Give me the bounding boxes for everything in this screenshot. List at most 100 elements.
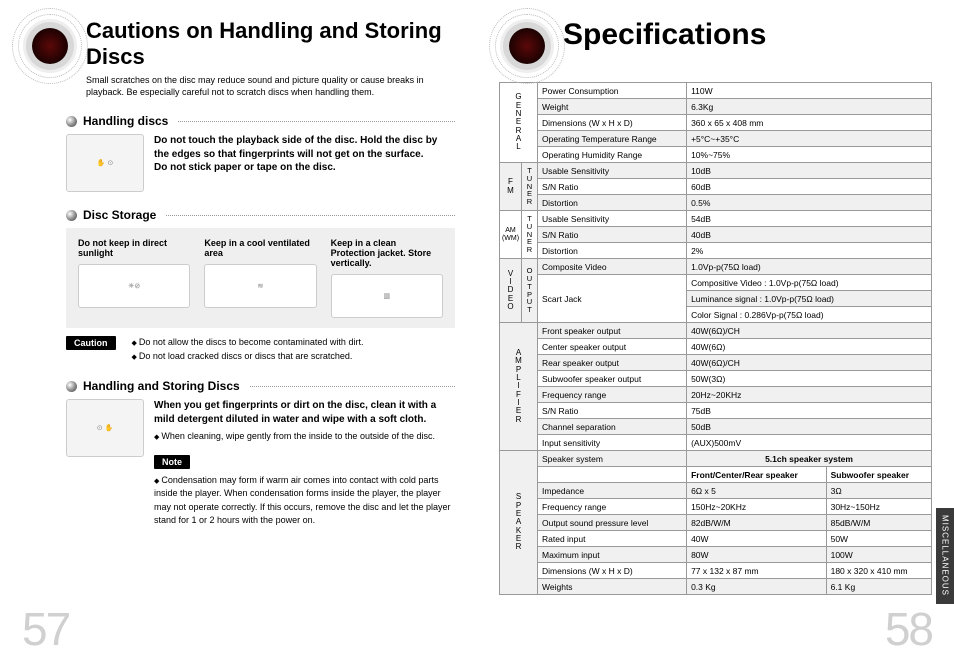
subgroup-tuner: TUNER [522, 163, 538, 211]
spec-value: (AUX)500mV [687, 435, 932, 451]
spec-label: Weights [538, 579, 687, 595]
spec-value: Luminance signal : 1.0Vp-p(75Ω load) [687, 291, 932, 307]
spec-label: Input sensitivity [538, 435, 687, 451]
page-header: Cautions on Handling and Storing Discs S… [22, 18, 455, 98]
spec-label: Front speaker output [538, 323, 687, 339]
group-speaker: SPEAKER [500, 451, 538, 595]
spec-value: 150Hz~20KHz [687, 499, 827, 515]
page-number: 57 [22, 602, 69, 656]
storage-fig-1: ≋ [204, 264, 316, 308]
spec-label: Usable Sensitivity [538, 211, 687, 227]
cleaning-illustration: ⊙ ✋ [66, 399, 144, 457]
speaker-icon [22, 18, 78, 74]
spec-value: 50dB [687, 419, 932, 435]
cleaning-body1: When you get fingerprints or dirt on the… [154, 399, 455, 426]
group-video: VIDEO [500, 259, 522, 323]
spec-value: 80W [687, 547, 827, 563]
storage-box: Do not keep in direct sunlight☀⊘ Keep in… [66, 228, 455, 328]
caution-badge: Caution [66, 336, 116, 350]
spec-value: 3Ω [826, 483, 931, 499]
spec-label [538, 467, 687, 483]
spec-label: Distortion [538, 243, 687, 259]
spec-label: Rear speaker output [538, 355, 687, 371]
group-amplifier: AMPLIFIER [500, 323, 538, 451]
spec-value: 30Hz~150Hz [826, 499, 931, 515]
spec-label: Frequency range [538, 499, 687, 515]
spec-value: 60dB [687, 179, 932, 195]
spec-value: 1.0Vp-p(75Ω load) [687, 259, 932, 275]
caution-item-1: Do not load cracked discs or discs that … [132, 350, 364, 364]
section-storage: Disc Storage Do not keep in direct sunli… [22, 208, 455, 363]
spec-label: Weight [538, 99, 687, 115]
page-right: Specifications GENERALPower Consumption1… [477, 0, 954, 666]
spec-label: Power Consumption [538, 83, 687, 99]
spec-value: 40dB [687, 227, 932, 243]
spec-label: Composite Video [538, 259, 687, 275]
spec-value: 50W(3Ω) [687, 371, 932, 387]
cleaning-note: Condensation may form if warm air comes … [154, 474, 455, 528]
spec-label: Center speaker output [538, 339, 687, 355]
spec-value: Color Signal : 0.286Vp-p(75Ω load) [687, 307, 932, 323]
section-heading: Disc Storage [83, 208, 156, 222]
spec-value: 360 x 65 x 408 mm [687, 115, 932, 131]
section-heading: Handling and Storing Discs [83, 379, 240, 393]
spec-value: 75dB [687, 403, 932, 419]
spec-value: 100W [826, 547, 931, 563]
spec-value: 40W(6Ω)/CH [687, 355, 932, 371]
spec-label: Rated input [538, 531, 687, 547]
spec-value: 5.1ch speaker system [687, 451, 932, 467]
bullet-icon [66, 381, 77, 392]
cleaning-body2: When cleaning, wipe gently from the insi… [154, 430, 455, 444]
spec-value: 2% [687, 243, 932, 259]
section-heading: Handling discs [83, 114, 168, 128]
spec-value: 0.3 Kg [687, 579, 827, 595]
spec-label: Output sound pressure level [538, 515, 687, 531]
intro-text: Small scratches on the disc may reduce s… [86, 74, 446, 98]
spec-value: 40W(6Ω)/CH [687, 323, 932, 339]
spec-value: 85dB/W/M [826, 515, 931, 531]
spec-value: Compositive Video : 1.0Vp-p(75Ω load) [687, 275, 932, 291]
speaker-col-0: Front/Center/Rear speaker [687, 467, 827, 483]
spec-value: 0.5% [687, 195, 932, 211]
spec-label: Speaker system [538, 451, 687, 467]
spec-value: +5°C~+35°C [687, 131, 932, 147]
spec-label: Operating Humidity Range [538, 147, 687, 163]
spec-label: Dimensions (W x H x D) [538, 115, 687, 131]
section-handling: Handling discs ✋ ⊙ Do not touch the play… [22, 114, 455, 192]
spec-label: Distortion [538, 195, 687, 211]
note-badge: Note [154, 455, 190, 469]
spec-label: Scart Jack [538, 275, 687, 323]
bullet-icon [66, 116, 77, 127]
spec-value: 10dB [687, 163, 932, 179]
spec-value: 82dB/W/M [687, 515, 827, 531]
spec-label: Usable Sensitivity [538, 163, 687, 179]
page-header: Specifications [499, 18, 932, 74]
handling-illustration: ✋ ⊙ [66, 134, 144, 192]
handling-body1: Do not touch the playback side of the di… [154, 134, 455, 161]
spec-value: 40W(6Ω) [687, 339, 932, 355]
subgroup-output: OUTPUT [522, 259, 538, 323]
spec-label: S/N Ratio [538, 403, 687, 419]
spec-label: Operating Temperature Range [538, 131, 687, 147]
caution-item-0: Do not allow the discs to become contami… [132, 336, 364, 350]
page-title: Specifications [563, 18, 766, 52]
side-tab-miscellaneous: MISCELLANEOUS [936, 508, 954, 604]
spec-label: Frequency range [538, 387, 687, 403]
storage-col-0: Do not keep in direct sunlight [78, 238, 167, 258]
subgroup-tuner: TUNER [522, 211, 538, 259]
section-cleaning: Handling and Storing Discs ⊙ ✋ When you … [22, 379, 455, 528]
storage-col-1: Keep in a cool ventilated area [204, 238, 310, 258]
spec-value: 40W [687, 531, 827, 547]
spec-value: 50W [826, 531, 931, 547]
spec-label: Dimensions (W x H x D) [538, 563, 687, 579]
caution-list: Do not allow the discs to become contami… [132, 336, 364, 363]
page-left: Cautions on Handling and Storing Discs S… [0, 0, 477, 666]
storage-col-2: Keep in a clean Protection jacket. Store… [331, 238, 432, 268]
group-fm: FM [500, 163, 522, 211]
spec-label: Impedance [538, 483, 687, 499]
spec-value: 6.1 Kg [826, 579, 931, 595]
page-spread: Cautions on Handling and Storing Discs S… [0, 0, 954, 666]
group-am: AM(WM) [500, 211, 522, 259]
speaker-icon [499, 18, 555, 74]
bullet-icon [66, 210, 77, 221]
